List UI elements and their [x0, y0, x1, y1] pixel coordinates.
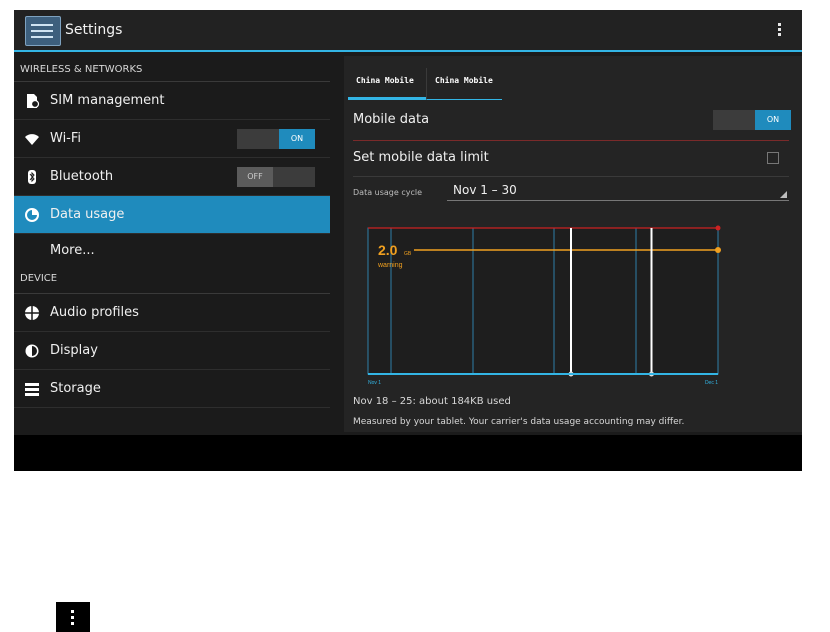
system-bar [14, 435, 802, 471]
limit-handle[interactable] [715, 225, 721, 231]
toggle-state: ON [755, 110, 791, 130]
mobile-data-toggle[interactable]: ON [713, 110, 791, 130]
overflow-menu-icon [56, 602, 90, 632]
overflow-menu-icon[interactable] [778, 21, 784, 38]
data-limit-label: Set mobile data limit [353, 150, 489, 165]
mobile-data-row[interactable]: Mobile data ON [353, 110, 791, 141]
wifi-toggle[interactable]: ON [237, 129, 315, 149]
sidebar-item-more[interactable]: More... [14, 234, 330, 268]
sidebar-item-storage[interactable]: Storage [14, 370, 330, 408]
sidebar-item-bluetooth[interactable]: Bluetooth OFF [14, 158, 330, 196]
audio-profiles-icon [24, 305, 40, 321]
bluetooth-toggle[interactable]: OFF [237, 167, 315, 187]
action-bar: Settings [14, 10, 802, 52]
sidebar-item-label: Audio profiles [50, 305, 139, 320]
settings-headers: WIRELESS & NETWORKS SIM management Wi-Fi… [14, 52, 330, 432]
sidebar-item-audio-profiles[interactable]: Audio profiles [14, 294, 330, 332]
usage-disclaimer: Measured by your tablet. Your carrier's … [353, 417, 685, 427]
cycle-value: Nov 1 – 30 [453, 183, 517, 197]
tab-sim-1[interactable]: China Mobile [348, 68, 426, 100]
usage-summary: Nov 18 – 25: about 184KB used [353, 396, 511, 407]
data-limit-row[interactable]: Set mobile data limit [353, 150, 789, 177]
tablet-screen: Settings WIRELESS & NETWORKS SIM managem… [14, 10, 802, 471]
app-title: Settings [65, 22, 123, 38]
settings-icon[interactable] [25, 16, 61, 46]
sidebar-item-label: Storage [50, 381, 101, 396]
tab-sim-2[interactable]: China Mobile [426, 68, 502, 100]
cycle-dropdown[interactable]: Nov 1 – 30 [447, 182, 789, 201]
wifi-icon [24, 131, 40, 147]
warning-label: warning [377, 262, 403, 269]
display-icon [24, 343, 40, 359]
toggle-state: ON [279, 129, 315, 149]
sidebar-item-label: SIM management [50, 93, 165, 108]
data-usage-cycle-row: Data usage cycle Nov 1 – 30 [353, 182, 789, 204]
bluetooth-icon [24, 169, 40, 185]
sidebar-item-display[interactable]: Display [14, 332, 330, 370]
data-usage-icon [24, 207, 40, 223]
cycle-label: Data usage cycle [353, 188, 423, 197]
warning-unit: GB [404, 251, 412, 257]
toggle-state: OFF [237, 167, 273, 187]
data-usage-chart[interactable]: 2.0 GB warning Nov 1 Dec 1 [352, 218, 722, 394]
data-limit-checkbox[interactable] [767, 152, 779, 164]
warning-value: 2.0 [378, 242, 398, 258]
storage-icon [24, 381, 40, 397]
sidebar-item-sim-management[interactable]: SIM management [14, 82, 330, 120]
mobile-data-label: Mobile data [353, 112, 430, 127]
dropdown-corner-icon [780, 191, 787, 198]
warning-handle[interactable] [715, 247, 721, 253]
sidebar-item-label: Data usage [50, 207, 125, 222]
sidebar-item-label: Display [50, 343, 98, 358]
sidebar-item-data-usage[interactable]: Data usage [14, 196, 330, 234]
x-end-label: Dec 1 [705, 380, 718, 386]
data-usage-pane: China Mobile China Mobile Mobile data ON… [344, 56, 802, 432]
sim-icon [24, 93, 40, 109]
section-header-device: DEVICE [14, 268, 330, 294]
sidebar-item-label: Wi-Fi [50, 131, 82, 146]
sidebar-item-label: Bluetooth [50, 169, 114, 184]
sidebar-item-wifi[interactable]: Wi-Fi ON [14, 120, 330, 158]
x-start-label: Nov 1 [368, 380, 381, 386]
section-header-wireless: WIRELESS & NETWORKS [14, 52, 330, 82]
